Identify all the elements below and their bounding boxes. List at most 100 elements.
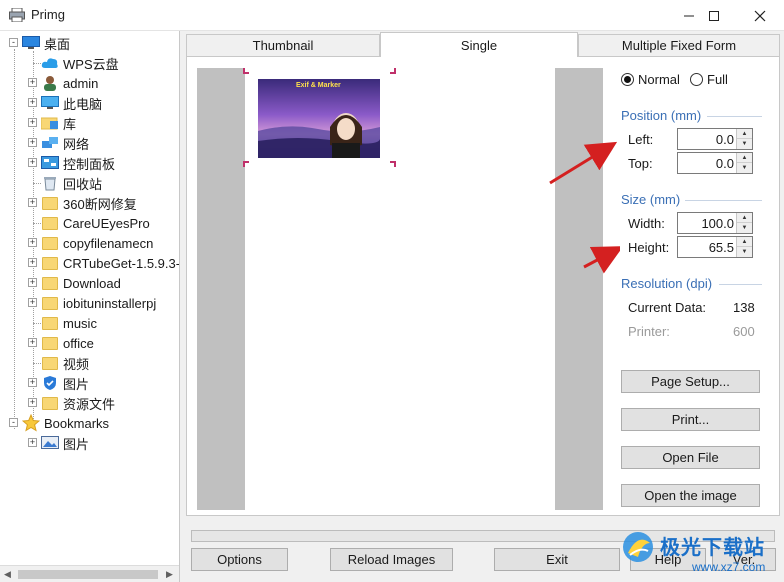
width-stepper[interactable]: 100.0 ▲ ▼ [677, 212, 753, 234]
tree-expander-icon[interactable]: + [28, 158, 37, 167]
tree-item-label: Bookmarks [44, 415, 110, 431]
tab-thumbnail[interactable]: Thumbnail [186, 34, 380, 57]
scroll-left-icon[interactable]: ◀ [4, 569, 11, 580]
tree-item[interactable]: CRTubeGet-1.5.9.3- [41, 253, 179, 273]
shield-folder-icon [41, 375, 59, 391]
tree-item[interactable]: 视频 [41, 353, 89, 373]
open-file-button[interactable]: Open File [621, 446, 760, 469]
scroll-right-icon[interactable]: ▶ [166, 569, 173, 580]
mode-normal-radio[interactable]: Normal [621, 72, 680, 87]
resolution-group-divider [719, 284, 762, 285]
print-button[interactable]: Print... [621, 408, 760, 431]
left-stepper[interactable]: 0.0 ▲ ▼ [677, 128, 753, 150]
tree-item[interactable]: 网络 [41, 133, 89, 153]
tree-expander-icon[interactable]: + [28, 98, 37, 107]
tree-item[interactable]: 图片 [41, 433, 89, 453]
tree-item[interactable]: 控制面板 [41, 153, 115, 173]
tree-item[interactable]: 360断网修复 [41, 193, 137, 213]
tree-expander-icon[interactable]: + [28, 378, 37, 387]
tree-expander-icon[interactable]: + [28, 138, 37, 147]
tree-item[interactable]: 图片 [41, 373, 89, 393]
tree-expander-icon[interactable]: - [9, 38, 18, 47]
top-stepper[interactable]: 0.0 ▲ ▼ [677, 152, 753, 174]
tree-item[interactable]: 库 [41, 113, 76, 133]
exit-button[interactable]: Exit [494, 548, 620, 571]
annotation-arrows [549, 141, 620, 274]
tree-expander-icon[interactable]: + [28, 258, 37, 267]
preview-photo[interactable]: Exif & Marker [258, 79, 380, 158]
spin-up-icon[interactable]: ▲ [737, 213, 752, 223]
watermark-logo-icon [623, 532, 653, 562]
cloud-icon [41, 55, 59, 71]
tree-item[interactable]: music [41, 313, 97, 333]
options-button[interactable]: Options [191, 548, 288, 571]
tab-multiple-fixed-form[interactable]: Multiple Fixed Form [578, 34, 780, 57]
spin-down-icon[interactable]: ▼ [737, 163, 752, 173]
watermark-text: 极光下载站 [660, 537, 765, 559]
spin-down-icon[interactable]: ▼ [737, 139, 752, 149]
tree-item[interactable]: admin [41, 73, 98, 93]
tree-expander-icon[interactable]: - [9, 418, 18, 427]
printer-label: Printer: [628, 324, 670, 339]
tree-item[interactable]: office [41, 333, 94, 353]
tree-expander-icon[interactable]: + [28, 198, 37, 207]
tree-item[interactable]: 桌面 [22, 33, 70, 53]
tree-item-label: 图片 [63, 436, 90, 452]
tree-item[interactable]: Download [41, 273, 121, 293]
tree-expander-icon[interactable]: + [28, 438, 37, 447]
tree-item-label: 360断网修复 [63, 196, 137, 212]
tree-guide-line [14, 49, 15, 429]
height-stepper[interactable]: 65.5 ▲ ▼ [677, 236, 753, 258]
tree-item-label: admin [63, 75, 99, 91]
desktop-icon [22, 35, 40, 51]
top-label: Top: [628, 156, 653, 171]
tree-horizontal-scrollbar[interactable]: ◀ ▶ [0, 565, 179, 582]
view-tabs: Thumbnail Single Multiple Fixed Form [186, 32, 780, 57]
spin-up-icon[interactable]: ▲ [737, 237, 752, 247]
tree-expander-icon[interactable]: + [28, 118, 37, 127]
close-button[interactable] [737, 0, 783, 31]
tree-item-label: music [63, 315, 97, 331]
spin-down-icon[interactable]: ▼ [737, 223, 752, 233]
spin-up-icon[interactable]: ▲ [737, 153, 752, 163]
tree-item-label: 网络 [63, 136, 90, 152]
spin-up-icon[interactable]: ▲ [737, 129, 752, 139]
page-setup-button[interactable]: Page Setup... [621, 370, 760, 393]
tree-item[interactable]: iobituninstallerpj [41, 293, 156, 313]
tree-item[interactable]: 资源文件 [41, 393, 115, 413]
tree-expander-icon[interactable]: + [28, 238, 37, 247]
tree-expander-icon[interactable]: + [28, 398, 37, 407]
height-label: Height: [628, 240, 670, 255]
maximize-button[interactable] [691, 0, 737, 31]
tab-single[interactable]: Single [380, 32, 578, 57]
width-label: Width: [628, 216, 665, 231]
tree-expander-icon[interactable]: + [28, 278, 37, 287]
tree-item[interactable]: Bookmarks [22, 413, 109, 433]
tree-item-label: 库 [63, 116, 77, 132]
tree-expander-icon[interactable]: + [28, 338, 37, 347]
tree-expander-icon[interactable]: + [28, 78, 37, 87]
tree-item-label: 此电脑 [63, 96, 103, 112]
crop-mark-top-left [243, 68, 249, 74]
tree-item[interactable]: CareUEyesPro [41, 213, 150, 233]
tree-item[interactable]: 此电脑 [41, 93, 102, 113]
reload-images-button[interactable]: Reload Images [330, 548, 453, 571]
mode-full-radio[interactable]: Full [690, 72, 728, 87]
tree-item[interactable]: 回收站 [41, 173, 102, 193]
spin-down-icon[interactable]: ▼ [737, 247, 752, 257]
tree-item[interactable]: WPS云盘 [41, 53, 119, 73]
arrow-icon [583, 246, 620, 274]
tree-item-label: WPS云盘 [63, 56, 119, 72]
crop-mark-top-right [390, 68, 396, 74]
tree-item[interactable]: copyfilenamecn [41, 233, 153, 253]
scrollbar-thumb[interactable] [18, 570, 158, 579]
library-icon [41, 115, 59, 131]
tree-guide-line [33, 63, 41, 64]
control-panel-icon [41, 155, 59, 171]
open-image-button[interactable]: Open the image [621, 484, 760, 507]
tree-expander-icon[interactable]: + [28, 298, 37, 307]
folder-tree[interactable]: - 桌面 WPS云盘 + admin + 此电脑 + 库 + 网络 + 控制面板 回收站 +360断网修复 C… [0, 31, 180, 582]
tree-guide-line [33, 223, 41, 224]
mode-full-label: Full [707, 72, 728, 87]
height-value: 65.5 [708, 240, 734, 255]
